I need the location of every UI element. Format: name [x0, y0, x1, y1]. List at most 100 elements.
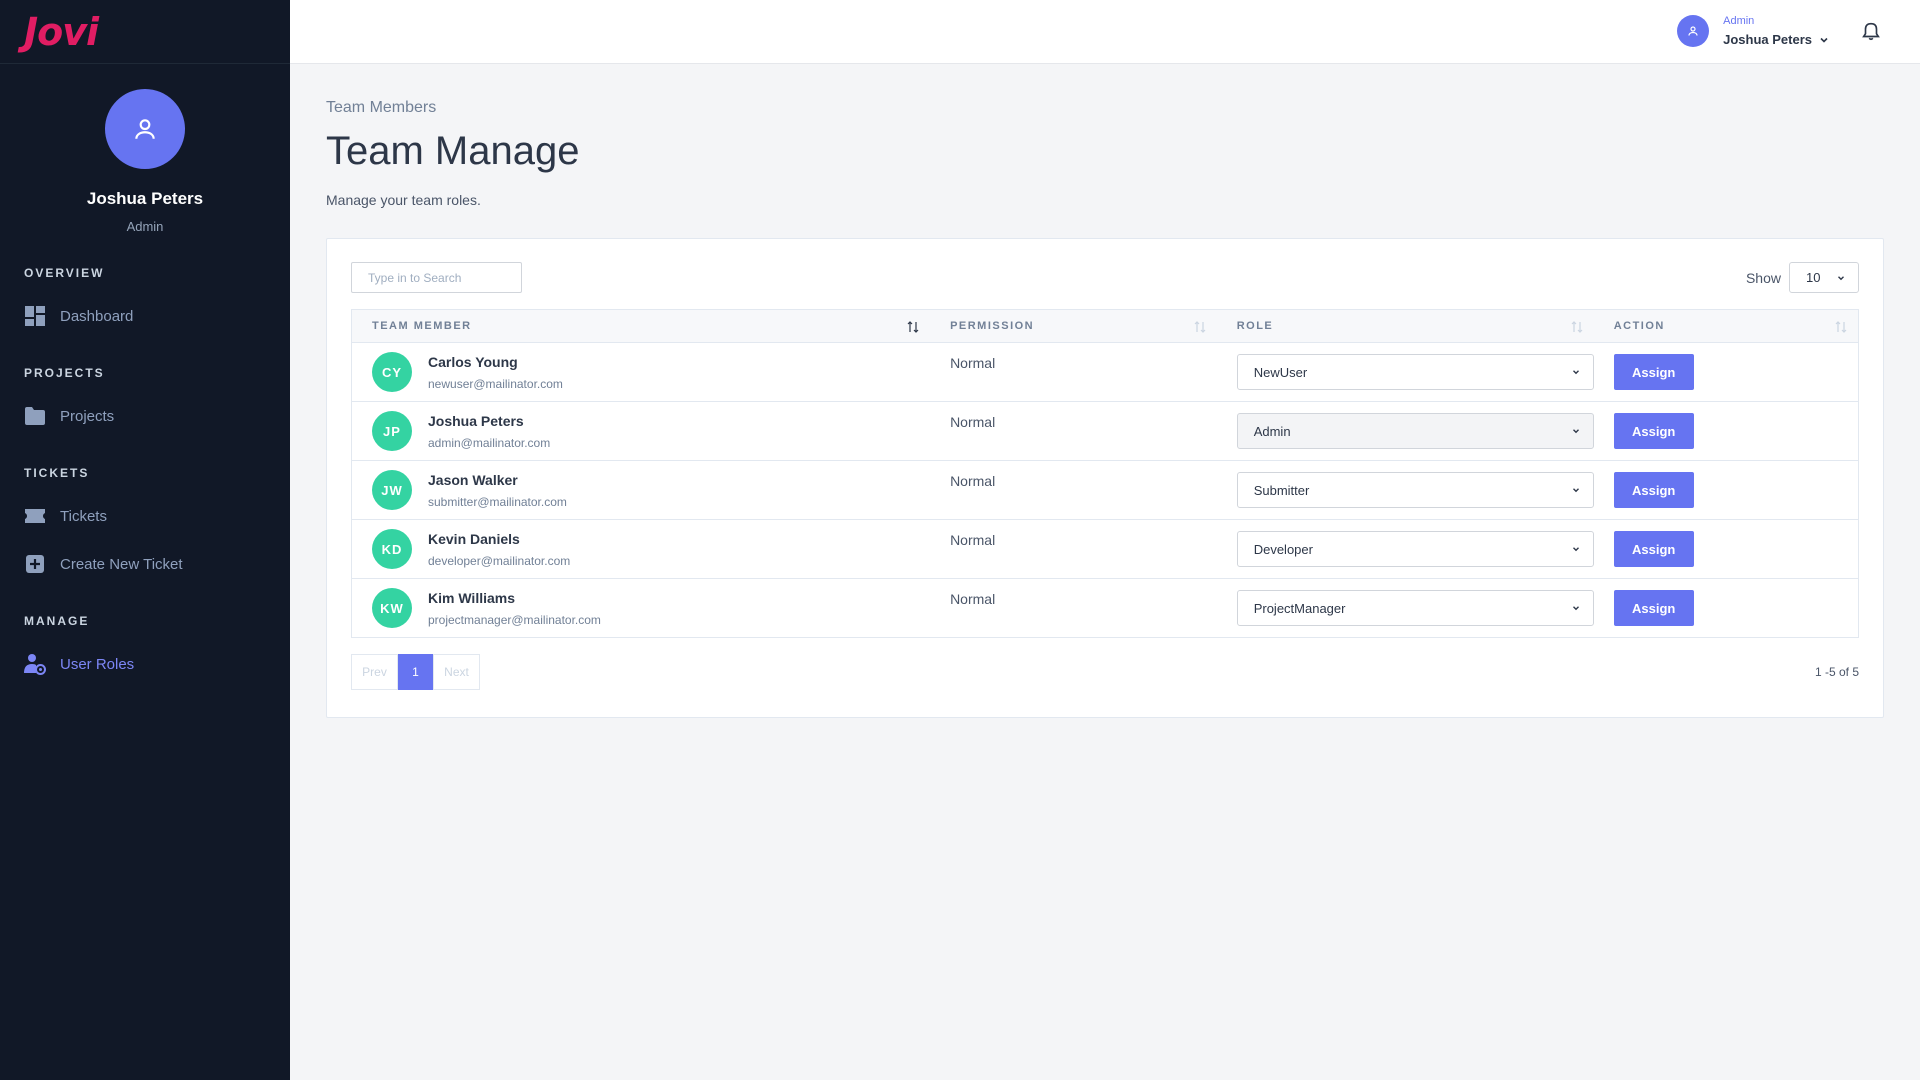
member-avatar: JW: [372, 470, 412, 510]
table-row: JW Jason Walker submitter@mailinator.com N…: [351, 460, 1859, 520]
column-header-action[interactable]: ACTION: [1593, 309, 1859, 343]
notifications-bell-icon[interactable]: [1860, 20, 1884, 44]
member-cell: JP Joshua Peters admin@mailinator.com: [372, 411, 930, 451]
chevron-down-icon: [1572, 606, 1579, 611]
role-value: NewUser: [1253, 364, 1308, 380]
nav-section-manage: MANAGE User Roles: [0, 614, 290, 688]
role-select[interactable]: Developer: [1236, 531, 1594, 567]
team-table: TEAM MEMBER PERMISSION ROLE ACTION CY Car…: [351, 309, 1859, 638]
assign-button[interactable]: Assign: [1613, 413, 1694, 449]
page-size-value: 10: [1806, 270, 1821, 285]
user-settings-icon: [24, 653, 46, 675]
plus-square-icon: [24, 553, 46, 575]
user-icon: [1688, 26, 1698, 36]
column-header-team-member[interactable]: TEAM MEMBER: [351, 309, 931, 343]
role-select[interactable]: ProjectManager: [1236, 590, 1594, 626]
team-table-card: Show 10 TEAM MEMBER PERMISSION ROLE ACTI…: [326, 238, 1884, 718]
sidebar-item-dashboard[interactable]: Dashboard: [24, 292, 290, 340]
assign-button[interactable]: Assign: [1613, 590, 1694, 626]
user-menu[interactable]: Admin Joshua Peters: [1677, 15, 1830, 47]
sort-icon: [1194, 321, 1206, 333]
member-cell: KD Kevin Daniels developer@mailinator.com: [372, 529, 930, 569]
member-email: newuser@mailinator.com: [428, 376, 563, 391]
sort-icon: [907, 321, 919, 333]
show-label: Show: [1745, 269, 1781, 286]
nav-section-projects: PROJECTS Projects: [0, 366, 290, 440]
sidebar-profile: Joshua Peters Admin: [0, 64, 290, 234]
brand-logo[interactable]: Jovi: [0, 0, 290, 64]
column-header-permission[interactable]: PERMISSION: [930, 309, 1217, 343]
sidebar-item-user-roles[interactable]: User Roles: [24, 640, 290, 688]
pagination-next[interactable]: Next: [433, 654, 480, 690]
sidebar-item-label: User Roles: [60, 655, 135, 673]
assign-button[interactable]: Assign: [1613, 472, 1694, 508]
member-cell: KW Kim Williams projectmanager@mailinator.…: [372, 588, 930, 628]
table-row: KW Kim Williams projectmanager@mailinator.…: [351, 578, 1859, 638]
sort-icon: [1835, 321, 1847, 333]
permission-cell: Normal: [930, 401, 1217, 461]
member-cell: CY Carlos Young newuser@mailinator.com: [372, 352, 930, 392]
sidebar-item-label: Dashboard: [60, 307, 134, 325]
dashboard-icon: [24, 305, 46, 327]
role-select[interactable]: NewUser: [1236, 354, 1594, 390]
pagination-prev[interactable]: Prev: [351, 654, 398, 690]
page-size-control: Show 10: [1746, 262, 1859, 293]
pagination-page-1[interactable]: 1: [398, 654, 433, 690]
member-name: Carlos Young: [428, 353, 518, 370]
sidebar-item-label: Projects: [60, 407, 115, 425]
pagination-range: 1 -5 of 5: [1814, 665, 1859, 679]
chevron-down-icon: [1572, 488, 1579, 493]
assign-button[interactable]: Assign: [1613, 531, 1694, 567]
nav-heading-tickets: TICKETS: [24, 466, 90, 480]
ticket-icon: [24, 505, 46, 527]
permission-cell: Normal: [930, 519, 1217, 579]
member-email: developer@mailinator.com: [428, 553, 571, 568]
chevron-down-icon: [1572, 547, 1579, 552]
member-name: Jason Walker: [428, 471, 518, 488]
member-avatar: KW: [372, 588, 412, 628]
nav-heading-manage: MANAGE: [24, 614, 90, 628]
member-email: submitter@mailinator.com: [428, 494, 567, 509]
role-select[interactable]: Admin: [1236, 413, 1594, 449]
header-avatar: [1677, 15, 1710, 47]
permission-cell: Normal: [930, 578, 1217, 638]
assign-button[interactable]: Assign: [1613, 354, 1694, 390]
chevron-down-icon: [1820, 37, 1828, 43]
permission-cell: Normal: [930, 342, 1217, 402]
member-email: projectmanager@mailinator.com: [428, 612, 601, 627]
role-value: ProjectManager: [1253, 600, 1346, 616]
top-header: Admin Joshua Peters: [290, 0, 1920, 64]
search-input[interactable]: [351, 262, 522, 293]
folder-icon: [24, 405, 46, 427]
chevron-down-icon: [1838, 275, 1844, 280]
role-select[interactable]: Submitter: [1236, 472, 1594, 508]
pagination: Prev 1 Next: [351, 654, 480, 690]
member-name: Kim Williams: [428, 589, 516, 606]
role-value: Admin: [1253, 423, 1291, 439]
sidebar-item-projects[interactable]: Projects: [24, 392, 290, 440]
table-row: KD Kevin Daniels developer@mailinator.com …: [351, 519, 1859, 579]
member-email: admin@mailinator.com: [428, 435, 551, 450]
sidebar-item-tickets[interactable]: Tickets: [24, 492, 290, 540]
sidebar-item-create-new-ticket[interactable]: Create New Ticket: [24, 540, 290, 588]
user-meta: Admin Joshua Peters: [1723, 15, 1830, 47]
brand-name: Jovi: [24, 9, 99, 54]
breadcrumb[interactable]: Team Members: [326, 99, 1884, 117]
header-user-role: Admin: [1723, 15, 1755, 27]
column-header-role[interactable]: ROLE: [1216, 309, 1594, 343]
member-avatar: KD: [372, 529, 412, 569]
role-value: Submitter: [1253, 482, 1310, 498]
profile-name: Joshua Peters: [86, 189, 204, 208]
table-row: CY Carlos Young newuser@mailinator.com Nor…: [351, 342, 1859, 402]
member-cell: JW Jason Walker submitter@mailinator.com: [372, 470, 930, 510]
chevron-down-icon: [1572, 370, 1579, 375]
sidebar-item-label: Tickets: [60, 507, 107, 525]
table-row: JP Joshua Peters admin@mailinator.com Norm…: [351, 401, 1859, 461]
nav-section-tickets: TICKETS Tickets Create New Ticket: [0, 466, 290, 588]
header-user-name-wrap: Joshua Peters: [1723, 32, 1830, 47]
profile-role: Admin: [126, 219, 164, 234]
nav-heading-projects: PROJECTS: [24, 366, 105, 380]
page-size-select[interactable]: 10: [1789, 262, 1859, 293]
table-header-row: TEAM MEMBER PERMISSION ROLE ACTION: [351, 309, 1859, 343]
permission-cell: Normal: [930, 460, 1217, 520]
